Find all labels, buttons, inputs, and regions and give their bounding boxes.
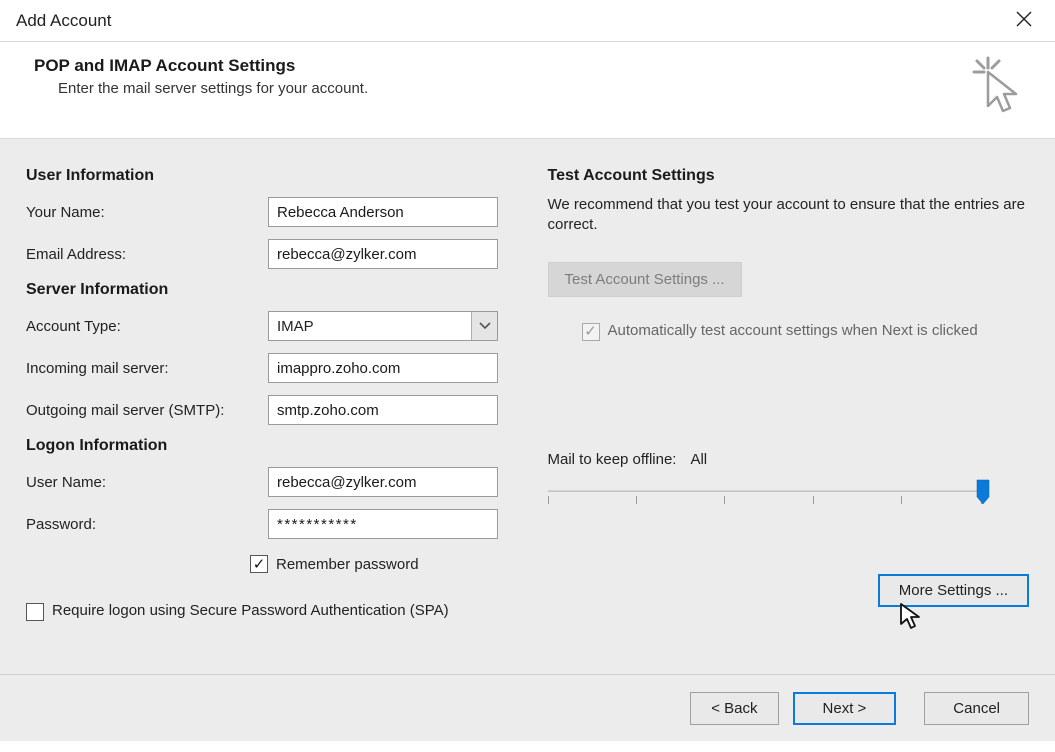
account-type-select[interactable]: IMAP (268, 311, 498, 341)
incoming-input[interactable] (268, 353, 498, 383)
user-info-heading: User Information (26, 167, 528, 185)
remember-password-row[interactable]: ✓ Remember password (250, 555, 528, 573)
email-input[interactable] (268, 239, 498, 269)
password-input[interactable] (268, 509, 498, 539)
titlebar: Add Account (0, 0, 1055, 42)
spa-label: Require logon using Secure Password Auth… (52, 601, 449, 621)
close-icon[interactable] (1005, 4, 1043, 38)
password-label: Password: (26, 516, 268, 533)
next-button[interactable]: Next > (793, 692, 897, 725)
offline-row: Mail to keep offline: All (548, 451, 1030, 468)
header: POP and IMAP Account Settings Enter the … (0, 42, 1055, 139)
logon-info-heading: Logon Information (26, 437, 528, 455)
your-name-label: Your Name: (26, 204, 268, 221)
your-name-input[interactable] (268, 197, 498, 227)
left-column: User Information Your Name: Email Addres… (26, 167, 528, 654)
chevron-down-icon[interactable] (471, 312, 497, 340)
test-settings-heading: Test Account Settings (548, 167, 1030, 185)
cursor-pointer-icon (899, 602, 921, 634)
server-info-heading: Server Information (26, 281, 528, 299)
back-button[interactable]: < Back (690, 692, 778, 725)
header-subtitle: Enter the mail server settings for your … (34, 80, 368, 97)
cancel-button[interactable]: Cancel (924, 692, 1029, 725)
slider-thumb[interactable] (976, 479, 990, 505)
offline-value: All (690, 451, 707, 468)
window-title: Add Account (16, 11, 111, 31)
remember-checkbox[interactable]: ✓ (250, 555, 268, 573)
footer: < Back Next > Cancel (0, 675, 1055, 741)
test-settings-description: We recommend that you test your account … (548, 195, 1030, 236)
remember-label: Remember password (276, 556, 419, 573)
auto-test-checkbox[interactable]: ✓ (582, 323, 600, 341)
offline-label: Mail to keep offline: (548, 451, 677, 468)
header-title: POP and IMAP Account Settings (34, 56, 368, 76)
auto-test-label: Automatically test account settings when… (608, 321, 978, 341)
cursor-click-icon (971, 56, 1021, 118)
spa-row[interactable]: Require logon using Secure Password Auth… (26, 601, 528, 621)
spa-checkbox[interactable] (26, 603, 44, 621)
email-label: Email Address: (26, 246, 268, 263)
auto-test-row: ✓ Automatically test account settings wh… (582, 321, 1030, 341)
outgoing-label: Outgoing mail server (SMTP): (26, 402, 268, 419)
account-type-label: Account Type: (26, 318, 268, 335)
account-type-value: IMAP (269, 312, 471, 340)
outgoing-input[interactable] (268, 395, 498, 425)
incoming-label: Incoming mail server: (26, 360, 268, 377)
username-label: User Name: (26, 474, 268, 491)
username-input[interactable] (268, 467, 498, 497)
content-area: User Information Your Name: Email Addres… (0, 139, 1055, 675)
right-column: Test Account Settings We recommend that … (528, 167, 1030, 654)
test-account-settings-button[interactable]: Test Account Settings ... (548, 262, 742, 297)
offline-slider[interactable] (548, 482, 990, 512)
slider-track (548, 490, 982, 492)
